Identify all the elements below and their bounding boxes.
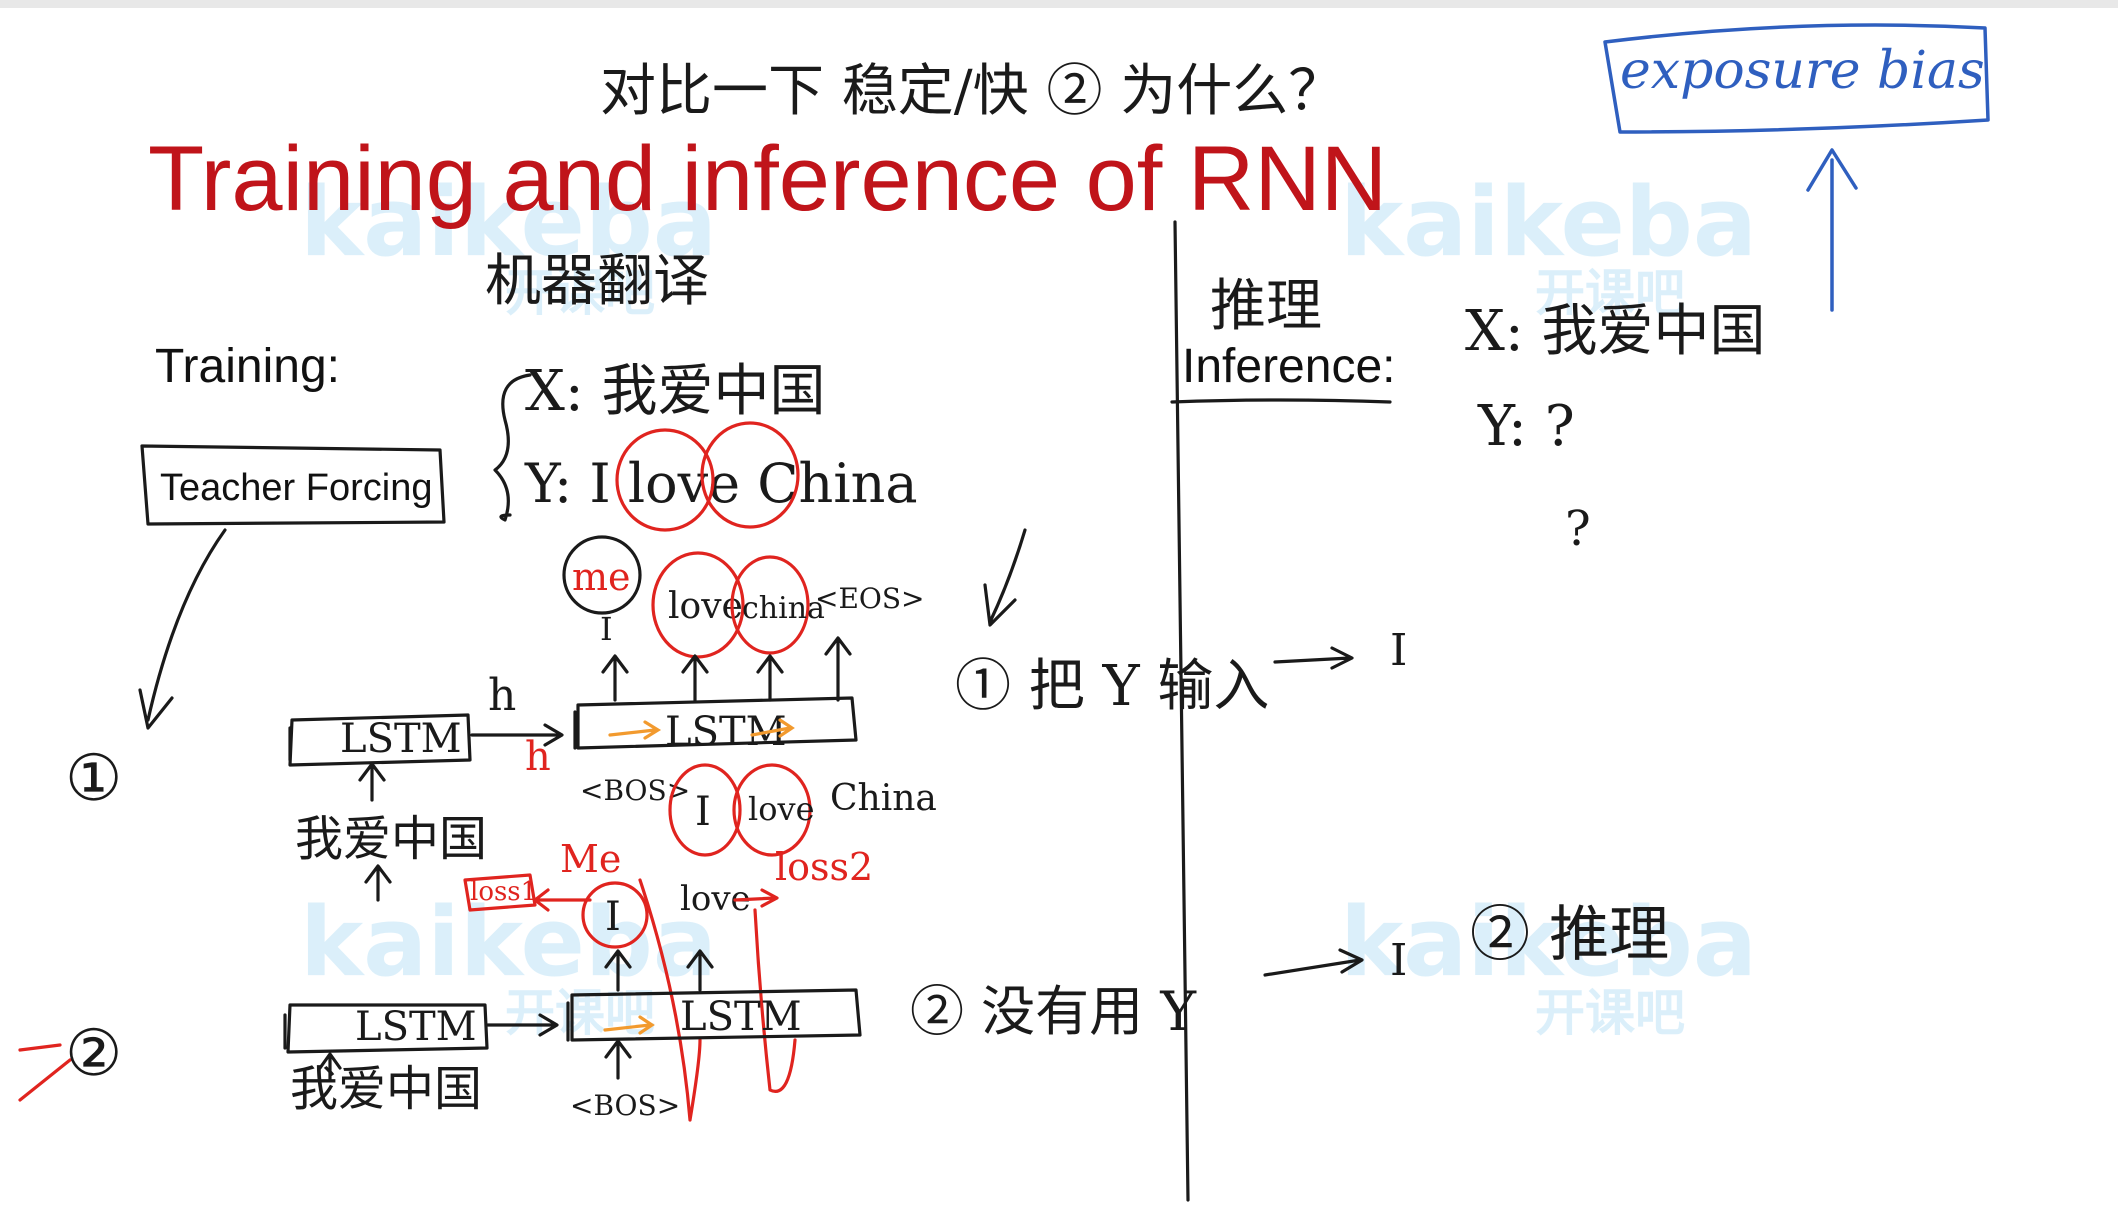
- input-I: I: [695, 789, 711, 835]
- up-arrow-icon: [358, 762, 386, 802]
- training-label: Training:: [155, 340, 340, 393]
- input-love: love: [748, 790, 815, 828]
- encoder-input-2: 我爱中国: [290, 1061, 482, 1117]
- watermark-brand: kaikeba: [1340, 168, 1757, 278]
- loss2-label: loss2: [775, 845, 873, 889]
- circle-1-label: ①: [65, 742, 122, 816]
- up-arrow-icon: [824, 636, 852, 702]
- inference-2-label: ② 推理: [1470, 900, 1669, 970]
- top-note: 对比一下 稳定/快 ② 为什么？: [600, 59, 1344, 124]
- input-china: China: [830, 778, 937, 819]
- up-arrow-icon: [601, 654, 629, 702]
- up-arrow-icon: [604, 1039, 632, 1080]
- y-target: Y: I love China: [524, 452, 918, 515]
- encoder-lstm-label-2: LSTM: [355, 1004, 477, 1050]
- x-source: X: 我爱中国: [525, 359, 826, 424]
- inference-underline: [1170, 398, 1392, 404]
- output-china: china: [742, 591, 825, 626]
- down-arrow-icon: [138, 528, 227, 730]
- bottom-I: I: [605, 894, 621, 940]
- method-1-label: ① 把 Y 输入: [955, 654, 1269, 719]
- highlight-arrow-icon: [18, 1043, 72, 1102]
- loss1-label: loss1: [470, 877, 537, 907]
- h-label: h: [488, 670, 516, 721]
- whiteboard-canvas: kaikeba 开课吧 kaikeba 开课吧 kaikeba 开课吧 kaik…: [18, 23, 1990, 1202]
- output-I: I: [600, 610, 613, 648]
- encoder-input-1: 我爱中国: [295, 811, 487, 867]
- inference-I-2: I: [1390, 935, 1407, 986]
- down-arrow-icon: [983, 528, 1027, 627]
- decoder-lstm-label-2: LSTM: [680, 994, 802, 1040]
- inference-cn-label: 推理: [1210, 274, 1322, 339]
- encoder-lstm-label: LSTM: [340, 716, 462, 762]
- output-me: me: [572, 555, 631, 599]
- x-inference: X: 我爱中国: [1465, 299, 1766, 364]
- page-title: Training and inference of RNN: [148, 128, 1387, 230]
- exposure-bias-label: exposure bias: [1620, 41, 1985, 101]
- up-arrow-icon: [681, 654, 709, 702]
- up-arrow-icon: [756, 654, 784, 702]
- circle-2-label: ②: [65, 1017, 122, 1091]
- h-label-red: h: [525, 734, 551, 780]
- hidden-flow-icon: [608, 720, 662, 740]
- machine-translation-label: 机器翻译: [485, 249, 709, 314]
- input-bos-2: <BOS>: [570, 1089, 680, 1122]
- output-eos: <EOS>: [815, 582, 925, 615]
- teacher-forcing-label: Teacher Forcing: [160, 467, 432, 509]
- loss1-word: Me: [560, 837, 621, 881]
- inference-question: ?: [1565, 501, 1591, 557]
- watermark-brand-cn: 开课吧: [1535, 984, 1685, 1042]
- method-2-label: ② 没有用 Y: [910, 980, 1197, 1043]
- y-inference: Y: ?: [1477, 394, 1575, 459]
- right-arrow-icon: [1273, 646, 1354, 670]
- inference-I-1: I: [1390, 625, 1407, 676]
- inference-label: Inference:: [1182, 340, 1395, 393]
- exposure-arrow-icon: [1806, 148, 1858, 312]
